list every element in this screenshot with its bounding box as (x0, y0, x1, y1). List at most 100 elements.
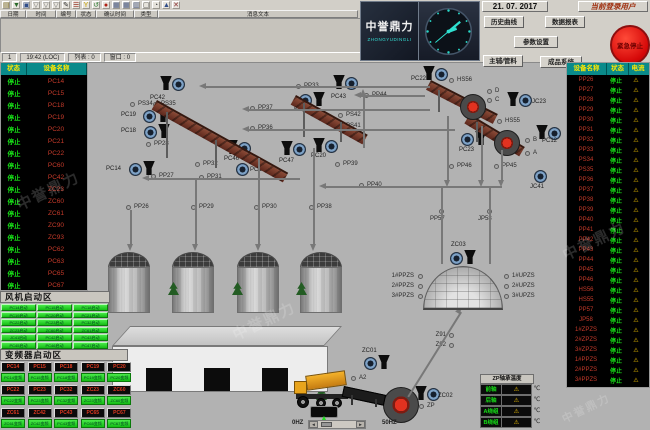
blower-icon-PC42[interactable] (172, 78, 185, 91)
silo[interactable] (237, 267, 279, 313)
device-row[interactable]: 停止ZC93 (1, 231, 87, 243)
device-row[interactable]: 停止PC42 (1, 171, 87, 183)
toolbar-icon[interactable]: ☰ (72, 1, 80, 9)
vfd-start-button[interactable]: PC43变频 (54, 419, 78, 428)
device-row[interactable]: PP32停止⚠ (567, 135, 649, 145)
fan-start-button[interactable]: PC32启动 (73, 319, 108, 326)
toolbar-icon[interactable]: ▥ (132, 1, 140, 9)
toolbar-icon[interactable]: ▼ (12, 1, 20, 9)
vfd-device-button[interactable]: ZC23 (81, 385, 105, 395)
vfd-device-button[interactable]: PC32 (54, 385, 78, 395)
toolbar-icon[interactable]: ◔ (152, 1, 160, 9)
blower-icon-PC19[interactable] (143, 110, 156, 123)
vfd-start-button[interactable]: PC20变频 (107, 373, 131, 382)
hopper-icon-PC21[interactable] (313, 92, 325, 106)
device-row[interactable]: PP30停止⚠ (567, 115, 649, 125)
device-row[interactable]: PP26停止⚠ (567, 75, 649, 85)
device-row[interactable]: PP45停止⚠ (567, 265, 649, 275)
fan-start-button[interactable]: PC22启动 (1, 319, 36, 326)
toolbar-icon[interactable]: ↺ (92, 1, 100, 9)
message-column-header[interactable]: 确认时间 (96, 10, 134, 18)
device-row[interactable]: PP27停止⚠ (567, 85, 649, 95)
fan-start-button[interactable]: ZC23启动 (1, 327, 36, 334)
blower-icon-PC16[interactable] (236, 163, 249, 176)
toolbar-icon[interactable]: ✕ (172, 1, 180, 9)
hopper-icon-JC23[interactable] (507, 92, 519, 106)
hopper-icon-PC20[interactable] (313, 138, 325, 152)
toolbar-icon[interactable]: ▦ (122, 1, 130, 9)
vfd-device-button[interactable]: ZC60 (107, 385, 131, 395)
device-row[interactable]: 停止PC65 (1, 267, 87, 279)
alarm-message-list[interactable] (0, 18, 362, 53)
blower-icon-PC23[interactable] (461, 133, 474, 146)
vfd-start-button[interactable]: PC19变频 (81, 373, 105, 382)
vfd-start-button[interactable]: ZC60变频 (107, 396, 131, 405)
device-row[interactable]: PP31停止⚠ (567, 125, 649, 135)
fan-start-button[interactable]: PC45启动 (1, 342, 36, 349)
fan-start-button[interactable]: JC41启动 (1, 334, 36, 341)
toolbar-icon[interactable]: ✎ (62, 1, 70, 9)
parameter-settings-button[interactable]: 参数设置 (514, 36, 558, 48)
device-row[interactable]: 1#ZPZS停止⚠ (567, 325, 649, 335)
device-row[interactable]: 停止PC60 (1, 159, 87, 171)
message-column-header[interactable]: 状态 (76, 10, 96, 18)
blower-icon-ZC01[interactable] (364, 357, 377, 370)
device-row[interactable]: PP37停止⚠ (567, 185, 649, 195)
device-row[interactable]: HS55停止⚠ (567, 295, 649, 305)
blower-icon-JC23[interactable] (519, 94, 532, 107)
vfd-start-button[interactable]: PC14变频 (1, 373, 25, 382)
device-row[interactable]: PS34停止⚠ (567, 155, 649, 165)
toolbar-icon[interactable]: ▣ (22, 1, 30, 9)
vfd-device-button[interactable]: PC43 (54, 408, 78, 418)
message-column-header[interactable]: 日期 (0, 10, 26, 18)
fan-start-button[interactable]: PC43启动 (73, 334, 108, 341)
slider-left-arrow[interactable]: ◄ (309, 421, 318, 428)
device-row[interactable]: 停止PC19 (1, 111, 87, 123)
blower-icon-PC43[interactable] (345, 77, 358, 90)
vfd-start-button[interactable]: PC23变频 (28, 396, 52, 405)
device-row[interactable]: 2#PPZS停止⚠ (567, 365, 649, 375)
toolbar-icon[interactable]: ▲ (162, 1, 170, 9)
message-column-header[interactable]: 时间 (26, 10, 56, 18)
device-row[interactable]: 停止ZC60 (1, 195, 87, 207)
message-column-header[interactable]: 类型 (134, 10, 158, 18)
blower-icon-JC41[interactable] (534, 170, 547, 183)
blower-icon-PC18[interactable] (144, 126, 157, 139)
blower-icon-ZC03[interactable] (450, 252, 463, 265)
device-row[interactable]: 3#PPZS停止⚠ (567, 375, 649, 385)
device-row[interactable]: PP40停止⚠ (567, 215, 649, 225)
hopper-icon-PC14[interactable] (143, 161, 155, 175)
vfd-start-button[interactable]: PC32变频 (54, 396, 78, 405)
device-row[interactable]: JP58停止⚠ (567, 315, 649, 325)
device-row[interactable]: PP39停止⚠ (567, 205, 649, 215)
blower-icon-PC20[interactable] (325, 140, 338, 153)
device-row[interactable]: PS35停止⚠ (567, 165, 649, 175)
vfd-start-button[interactable]: PC18变频 (54, 373, 78, 382)
vfd-device-button[interactable]: PC65 (81, 408, 105, 418)
device-row[interactable]: 停止PC14 (1, 75, 87, 87)
primary-crusher[interactable] (383, 387, 419, 423)
vfd-device-button[interactable]: ZC42 (28, 408, 52, 418)
toolbar-icon[interactable]: Y (82, 1, 90, 9)
crusher[interactable] (494, 130, 520, 156)
silo[interactable] (172, 267, 214, 313)
toolbar-icon[interactable]: ▽ (42, 1, 50, 9)
fan-start-button[interactable]: ZC60启动 (37, 327, 72, 334)
device-row[interactable]: 停止PC62 (1, 243, 87, 255)
device-row[interactable]: 2#ZPZS停止⚠ (567, 335, 649, 345)
vfd-start-button[interactable]: ZC42变频 (28, 419, 52, 428)
vfd-start-button[interactable]: PC15变频 (28, 373, 52, 382)
fan-start-button[interactable]: PC47启动 (73, 342, 108, 349)
vfd-device-button[interactable]: PC18 (54, 362, 78, 372)
device-row[interactable]: PP43停止⚠ (567, 245, 649, 255)
device-row[interactable]: PP36停止⚠ (567, 175, 649, 185)
crusher[interactable] (460, 94, 486, 120)
fan-start-button[interactable]: PC19启动 (1, 312, 36, 319)
hopper-icon-ZC01[interactable] (378, 355, 390, 369)
device-row[interactable]: 停止ZC23 (1, 183, 87, 195)
hopper-icon-PC18[interactable] (158, 124, 170, 138)
frequency-slider[interactable]: ◄ ► (308, 420, 366, 429)
fan-start-button[interactable]: PC42启动 (37, 334, 72, 341)
vfd-device-button[interactable]: PC22 (1, 385, 25, 395)
fan-start-button[interactable]: PC21启动 (73, 312, 108, 319)
